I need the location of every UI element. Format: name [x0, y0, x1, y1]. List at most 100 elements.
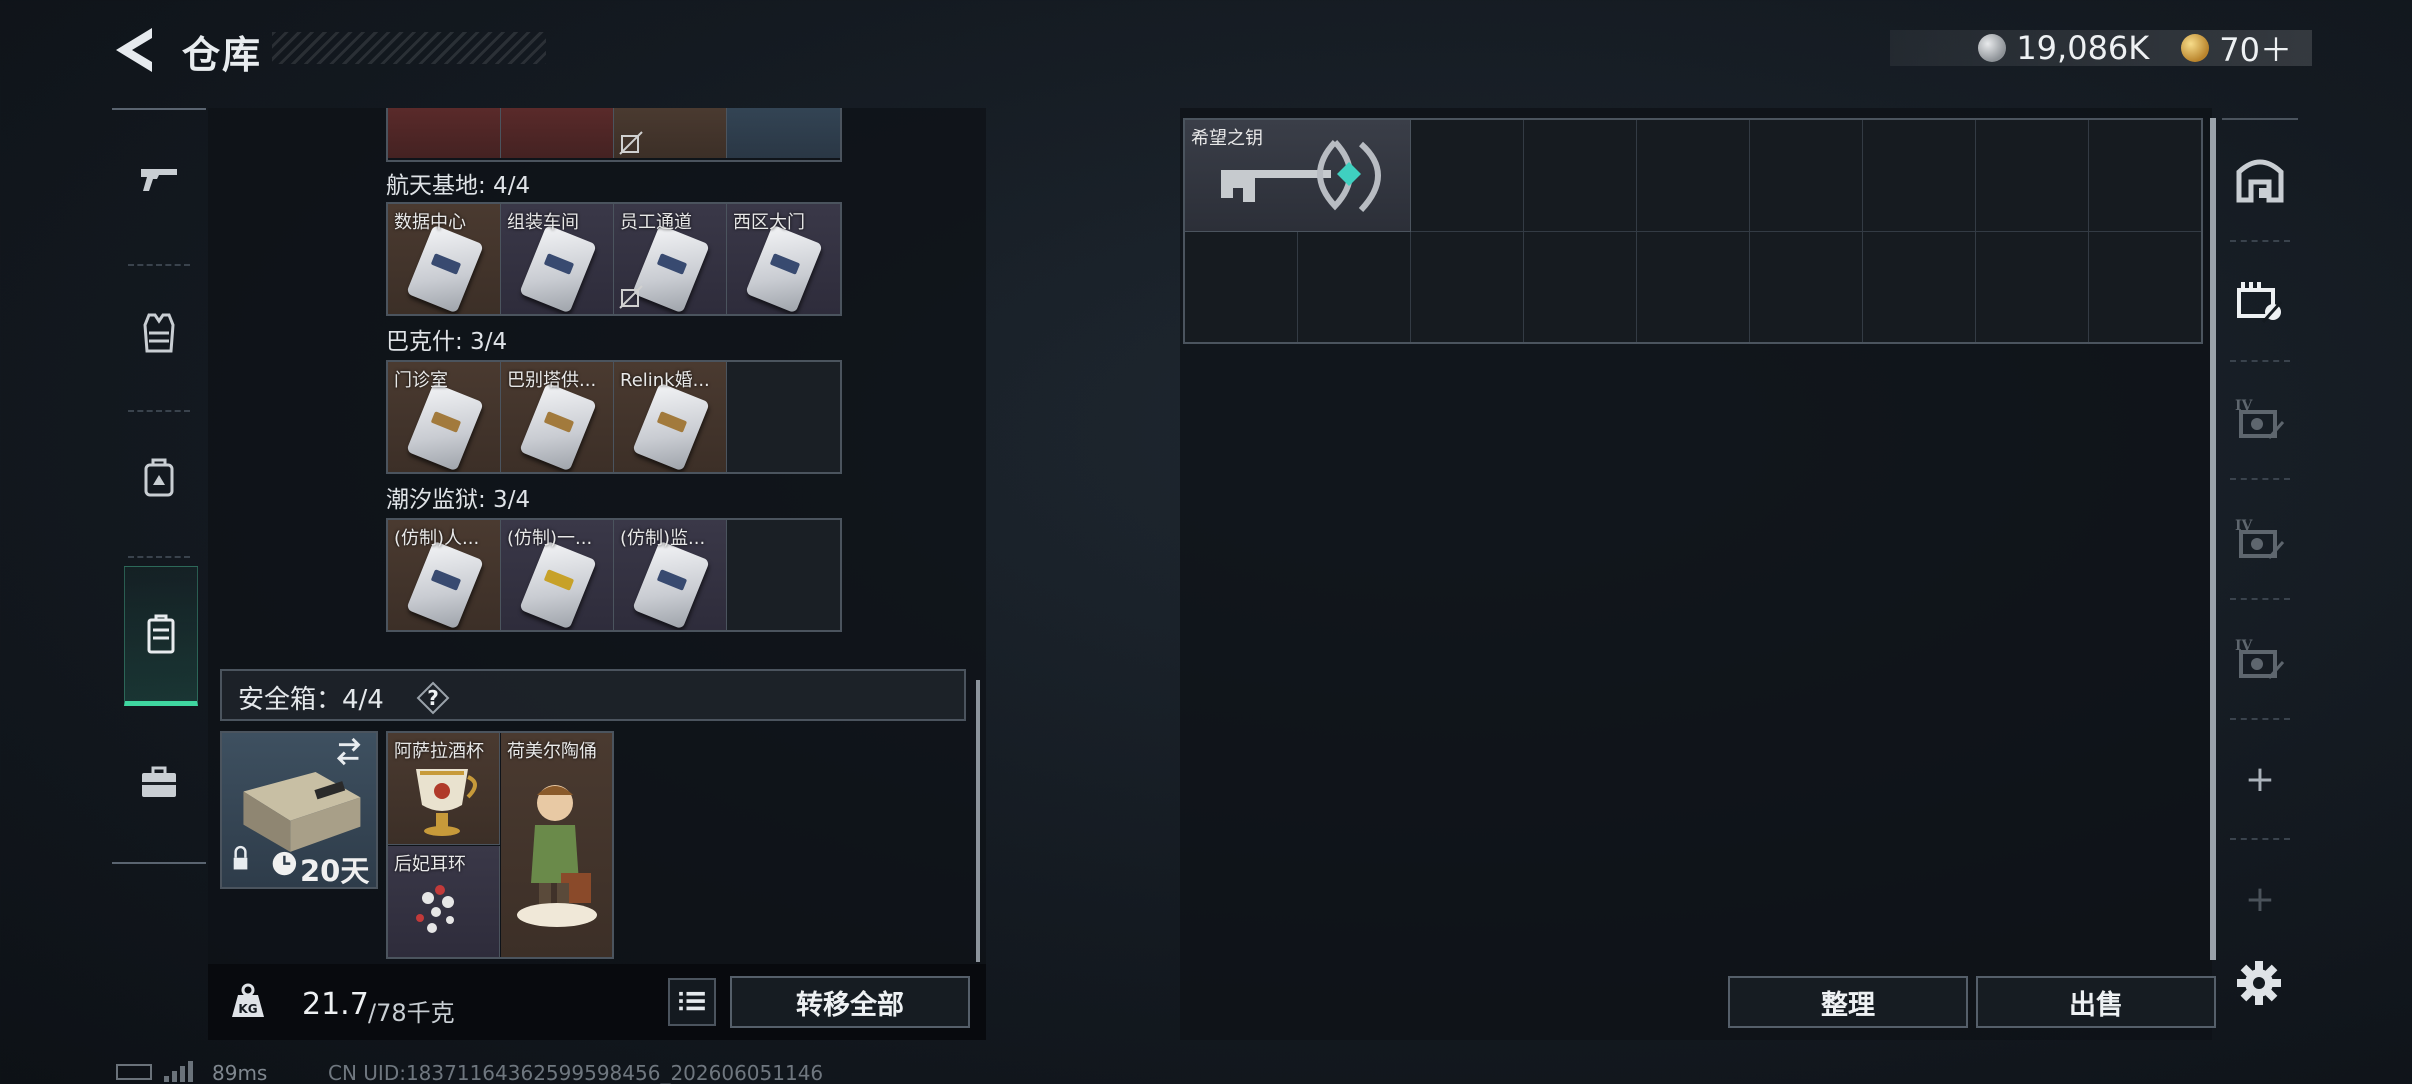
- item-name: 阿萨拉酒杯: [394, 741, 484, 762]
- key-group-label: 巴克什: 3/4: [386, 329, 508, 355]
- iv-case-icon: IV: [2235, 638, 2285, 679]
- key-row: (仿制)人... (仿制)一... (仿制)监...: [386, 518, 842, 632]
- sort-button[interactable]: 整理: [1728, 976, 1968, 1028]
- back-button[interactable]: [110, 24, 158, 76]
- key-card-cell[interactable]: 数据中心: [388, 204, 501, 314]
- title-decoration: [272, 32, 546, 64]
- key-card-cell[interactable]: Relink婚...: [614, 362, 727, 472]
- sell-button[interactable]: 出售: [1976, 976, 2216, 1028]
- key-card-name: (仿制)一...: [507, 528, 593, 549]
- iv-case-icon: IV: [2235, 518, 2285, 559]
- help-button[interactable]: ?: [416, 681, 450, 715]
- key-card-cell[interactable]: 西区大门: [727, 204, 840, 314]
- item-name: 后妃耳环: [394, 854, 466, 875]
- safebox-grid: 阿萨拉酒杯 荷美尔陶俑 后妃耳环: [386, 731, 614, 959]
- settings-button[interactable]: [2234, 958, 2284, 1008]
- tab-keys[interactable]: [2222, 242, 2298, 360]
- key-card-name: (仿制)监...: [620, 528, 706, 549]
- key-card-cell[interactable]: (仿制)人...: [388, 520, 501, 630]
- keycard-image: [406, 540, 484, 630]
- key-card-cell[interactable]: (仿制)一...: [501, 520, 614, 630]
- key-card-cell[interactable]: 员工通道: [614, 204, 727, 314]
- backpack-icon: [144, 458, 174, 497]
- empty-key-slot[interactable]: [727, 362, 840, 472]
- key-card-cell[interactable]: 巴别塔供...: [501, 362, 614, 472]
- weight-current: 21.7: [302, 987, 369, 1022]
- keycard-image: [632, 382, 710, 472]
- left-category-nav: [112, 108, 206, 864]
- keycard-image: [745, 224, 823, 314]
- keycase-icon: [147, 614, 175, 654]
- toolbox-icon: [142, 766, 176, 797]
- nav-toolbox[interactable]: [112, 716, 206, 846]
- safebox-item-earring[interactable]: 后妃耳环: [388, 846, 500, 957]
- page-title: 仓库: [182, 33, 263, 77]
- tab-iv-2[interactable]: IV: [2222, 480, 2298, 598]
- nav-weapons[interactable]: [112, 114, 206, 244]
- nav-keycase[interactable]: [124, 566, 198, 706]
- key-card-name: 员工通道: [620, 212, 692, 233]
- pistol-icon: [141, 169, 177, 191]
- empty-key-slot[interactable]: [727, 520, 840, 630]
- safebox-days-remaining: 20天: [300, 854, 370, 888]
- keycard-image: [632, 540, 710, 630]
- key-cell[interactable]: [388, 108, 501, 158]
- tab-add-disabled: +: [2222, 840, 2298, 958]
- keycard-image: [519, 382, 597, 472]
- inventory-scrollbar[interactable]: [976, 680, 980, 962]
- key-cell[interactable]: [501, 108, 614, 158]
- keycard-image: [406, 382, 484, 472]
- key-card-cell[interactable]: (仿制)监...: [614, 520, 727, 630]
- safebox-item-cup[interactable]: 阿萨拉酒杯: [388, 733, 500, 845]
- vest-icon: [143, 313, 175, 353]
- tab-iv-1[interactable]: IV: [2222, 360, 2298, 478]
- safebox-item-figurine[interactable]: 荷美尔陶俑: [501, 733, 612, 957]
- currency-bar: 19,086K 70＋: [1890, 29, 2312, 69]
- weight-icon: KG: [228, 981, 268, 1021]
- svg-text:KG: KG: [238, 1002, 257, 1016]
- add-tab-icon: +: [2244, 758, 2276, 800]
- gold-currency-value[interactable]: 70＋: [2219, 25, 2292, 71]
- weight-max: /78千克: [368, 999, 455, 1027]
- key-group-label: 航天基地: 4/4: [386, 173, 531, 199]
- key-card-cell[interactable]: 组装车间: [501, 204, 614, 314]
- figurine-icon: [517, 785, 597, 927]
- storage-tabs: IV IV IV + +: [2222, 118, 2298, 960]
- nav-armor[interactable]: [112, 268, 206, 398]
- silver-coin-icon: [1978, 34, 2007, 62]
- safebox-label: 安全箱：4/4: [238, 685, 384, 715]
- key-cell[interactable]: [614, 108, 727, 158]
- no-card-icon: [619, 131, 643, 155]
- key-tab-icon: [2237, 282, 2283, 324]
- battery-icon: [116, 1064, 152, 1080]
- signal-icon: [162, 1060, 196, 1082]
- iv-case-icon: IV: [2235, 398, 2285, 439]
- key-card-cell[interactable]: 门诊室: [388, 362, 501, 472]
- key-card-name: 巴别塔供...: [507, 370, 597, 391]
- key-card-name: 数据中心: [394, 212, 466, 233]
- vault-icon: [2236, 159, 2284, 203]
- list-icon: [679, 991, 705, 1011]
- item-name: 希望之钥: [1191, 128, 1263, 149]
- keycard-image: [406, 224, 484, 314]
- storage-scrollbar[interactable]: [2210, 118, 2216, 960]
- key-row: 门诊室 巴别塔供... Relink婚...: [386, 360, 842, 474]
- back-arrow-icon: [116, 28, 152, 72]
- gold-coin-icon[interactable]: [2181, 34, 2210, 62]
- item-name: 荷美尔陶俑: [507, 741, 597, 762]
- key-card-name: 组装车间: [507, 212, 579, 233]
- tab-storage-main[interactable]: [2222, 120, 2298, 238]
- transfer-all-button[interactable]: 转移全部: [730, 976, 970, 1028]
- nav-backpack[interactable]: [112, 412, 206, 542]
- tab-iv-3[interactable]: IV: [2222, 600, 2298, 718]
- key-cell[interactable]: [727, 108, 840, 158]
- key-card-name: Relink婚...: [620, 370, 710, 391]
- silver-currency-value: 19,086K: [2016, 29, 2150, 67]
- keycard-image: [519, 224, 597, 314]
- key-group-label: 潮汐监狱: 3/4: [386, 487, 531, 513]
- help-mark: ?: [427, 686, 439, 710]
- key-row-partial: [386, 108, 842, 162]
- tab-add[interactable]: +: [2222, 720, 2298, 838]
- gear-icon: [2237, 961, 2281, 1005]
- list-view-button[interactable]: [668, 978, 716, 1026]
